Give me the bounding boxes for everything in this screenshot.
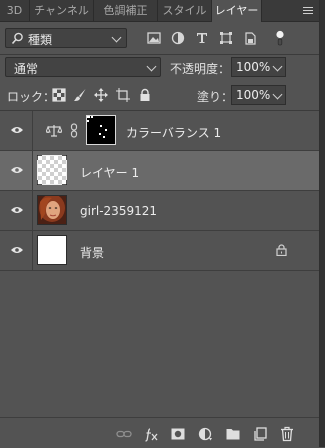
tab-channels[interactable]: チャンネル <box>30 0 94 21</box>
fill-dropdown[interactable] <box>270 85 286 105</box>
layer-name[interactable]: 背景 <box>80 244 104 261</box>
blend-row: 通常 不透明度： 100% <box>0 57 319 79</box>
opacity-dropdown[interactable] <box>270 57 286 77</box>
portrait-thumbnail-image <box>38 196 66 224</box>
layer-thumbnail[interactable] <box>37 235 67 265</box>
new-group-icon[interactable] <box>225 426 241 442</box>
link-layers-icon[interactable] <box>116 426 132 442</box>
filter-row: 種類 <box>0 28 319 50</box>
lock-image-pixels-icon[interactable] <box>73 88 87 102</box>
layers-list: カラーバランス 1 レイヤー 1 girl-2359121 背景 <box>0 110 319 410</box>
new-adjustment-icon[interactable] <box>198 426 214 442</box>
layer-name[interactable]: レイヤー 1 <box>80 164 139 181</box>
eye-icon <box>11 207 23 213</box>
layer-mask-icon[interactable] <box>170 426 186 442</box>
filter-toggle-icon[interactable] <box>272 30 288 46</box>
lock-artboard-icon[interactable] <box>116 88 130 102</box>
pixel-filter-icon[interactable] <box>146 30 162 46</box>
fill-label: 塗り： <box>197 90 234 104</box>
lock-all-icon[interactable] <box>138 88 152 102</box>
filter-kind-label: 種類 <box>28 33 53 47</box>
smart-object-filter-icon[interactable] <box>242 30 258 46</box>
eye-icon <box>11 127 23 133</box>
visibility-toggle[interactable] <box>0 151 33 190</box>
shape-filter-icon[interactable] <box>218 30 234 46</box>
lock-position-icon[interactable] <box>94 88 108 102</box>
eye-icon <box>11 247 23 253</box>
divider <box>0 54 319 55</box>
panel-menu-icon[interactable] <box>301 4 315 16</box>
visibility-toggle[interactable] <box>0 191 33 230</box>
filter-kind-select[interactable]: 種類 <box>5 28 127 48</box>
layer-row-girl-photo[interactable]: girl-2359121 <box>0 191 319 231</box>
selection-corners-icon <box>37 155 67 185</box>
color-balance-icon <box>46 125 62 137</box>
tab-3d[interactable]: 3D <box>0 0 30 21</box>
layer-mask-thumbnail[interactable] <box>86 115 116 145</box>
opacity-label: 不透明度： <box>170 62 231 76</box>
panel-tab-bar: 3D チャンネル 色調補正 スタイル レイヤー <box>0 0 319 22</box>
layer-row-color-balance[interactable]: カラーバランス 1 <box>0 111 319 151</box>
tab-adjustments[interactable]: 色調補正 <box>94 0 158 21</box>
visibility-toggle[interactable] <box>0 111 33 150</box>
tab-layers[interactable]: レイヤー <box>212 0 262 22</box>
layer-row-layer-1[interactable]: レイヤー 1 <box>0 151 319 191</box>
layer-thumbnail[interactable] <box>37 155 67 185</box>
lock-transparent-pixels-icon[interactable] <box>52 88 66 102</box>
layers-panel: 3D チャンネル 色調補正 スタイル レイヤー 種類 通常 不透明度： 100%… <box>0 0 320 448</box>
mask-thumbnail-content <box>87 116 107 138</box>
adjustment-filter-icon[interactable] <box>170 30 186 46</box>
visibility-toggle[interactable] <box>0 231 33 270</box>
layer-name[interactable]: girl-2359121 <box>80 204 157 218</box>
chevron-down-icon <box>272 89 283 100</box>
layer-name[interactable]: カラーバランス 1 <box>126 124 221 141</box>
fx-icon[interactable] <box>144 426 160 442</box>
layer-thumbnail[interactable] <box>37 195 67 225</box>
type-filter-icon[interactable] <box>194 30 210 46</box>
panel-edge <box>320 0 325 447</box>
blend-mode-select[interactable]: 通常 <box>5 57 161 77</box>
lock-label: ロック： <box>7 90 56 104</box>
mask-link-icon[interactable] <box>70 123 78 138</box>
chevron-down-icon <box>146 61 157 72</box>
tab-styles[interactable]: スタイル <box>158 0 212 21</box>
search-icon <box>11 32 23 45</box>
chevron-down-icon <box>272 61 283 72</box>
chevron-down-icon <box>111 32 122 43</box>
eye-icon <box>11 167 23 173</box>
fill-input[interactable]: 100% <box>231 85 271 105</box>
opacity-input[interactable]: 100% <box>231 57 271 77</box>
new-layer-icon[interactable] <box>252 426 268 442</box>
trash-icon[interactable] <box>279 426 295 442</box>
layer-lock-icon[interactable] <box>276 244 287 256</box>
lock-row: ロック： 塗り： 100% <box>0 85 319 107</box>
layer-row-background[interactable]: 背景 <box>0 231 319 271</box>
blend-mode-label: 通常 <box>14 62 39 76</box>
layers-bottom-bar <box>0 417 319 448</box>
